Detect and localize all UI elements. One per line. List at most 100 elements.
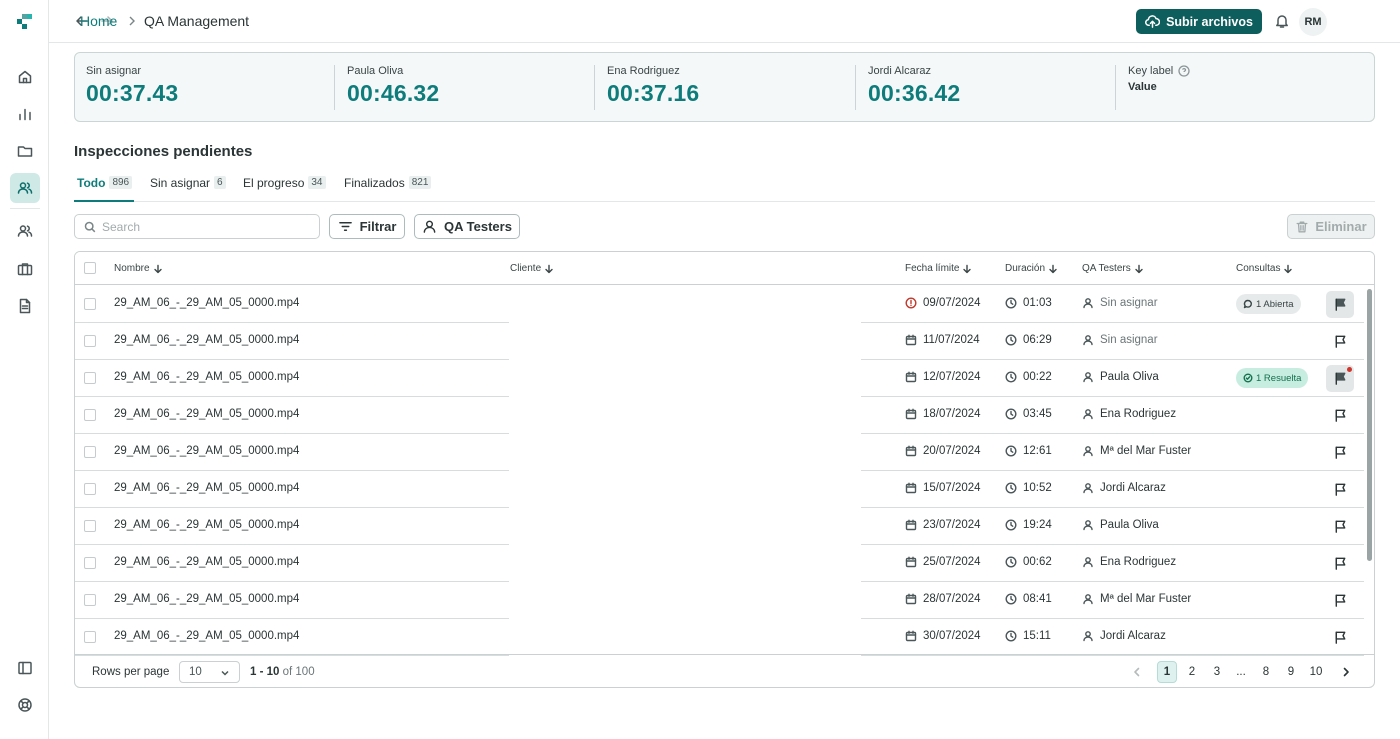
nav-home-icon[interactable]	[10, 62, 40, 92]
table-row[interactable]: 29_AM_06_-_29_AM_05_0000.mp4 15/07/2024 10…	[75, 471, 1364, 508]
table-row[interactable]: 29_AM_06_-_29_AM_05_0000.mp4 30/07/2024 15…	[75, 619, 1364, 656]
table-row[interactable]: 29_AM_06_-_29_AM_05_0000.mp4 12/07/2024 00…	[75, 360, 1364, 397]
search-icon	[84, 221, 96, 232]
next-page-chevron-icon[interactable]	[1336, 661, 1356, 683]
breadcrumb-home[interactable]: Home	[80, 13, 117, 29]
row-checkbox[interactable]	[84, 298, 96, 310]
sidebar-divider	[10, 208, 40, 209]
page-button-9[interactable]: 9	[1281, 661, 1301, 683]
tab-todo[interactable]: Todo 896	[74, 176, 135, 202]
delete-button[interactable]: Eliminar	[1287, 214, 1375, 239]
tester-cell[interactable]: Ena Rodriguez	[1082, 408, 1176, 420]
user-avatar[interactable]: RM	[1299, 8, 1327, 36]
help-circle-icon[interactable]	[1178, 65, 1190, 77]
row-checkbox[interactable]	[84, 409, 96, 421]
upload-files-button[interactable]: Subir archivos	[1136, 9, 1262, 34]
flag-button[interactable]	[1326, 513, 1354, 540]
page-button-10[interactable]: 10	[1306, 661, 1326, 683]
row-checkbox[interactable]	[84, 631, 96, 643]
nav-document-icon[interactable]	[10, 291, 40, 321]
file-name[interactable]: 29_AM_06_-_29_AM_05_0000.mp4	[114, 519, 299, 531]
tab-el-progreso[interactable]: El progreso 34	[243, 176, 326, 202]
nav-team-icon[interactable]	[10, 216, 40, 246]
file-name[interactable]: 29_AM_06_-_29_AM_05_0000.mp4	[114, 445, 299, 457]
tester-cell[interactable]: Paula Oliva	[1082, 371, 1159, 383]
flag-button[interactable]	[1326, 365, 1354, 392]
nav-qa-users-icon[interactable]	[10, 173, 40, 203]
tester-cell[interactable]: Paula Oliva	[1082, 519, 1159, 531]
nav-briefcase-icon[interactable]	[10, 254, 40, 284]
flag-button[interactable]	[1326, 402, 1354, 429]
app-logo-icon[interactable]	[17, 14, 33, 30]
query-badge-resolved[interactable]: 1 Resuelta	[1236, 368, 1309, 388]
page-button-2[interactable]: 2	[1182, 661, 1202, 683]
select-all-checkbox[interactable]	[84, 262, 96, 274]
tester-cell[interactable]: Jordi Alcaraz	[1082, 482, 1166, 494]
file-name[interactable]: 29_AM_06_-_29_AM_05_0000.mp4	[114, 630, 299, 642]
file-name[interactable]: 29_AM_06_-_29_AM_05_0000.mp4	[114, 371, 299, 383]
prev-page-chevron-icon[interactable]	[1127, 661, 1147, 683]
stat-label: Ena Rodriguez	[607, 65, 680, 77]
help-lifebuoy-icon[interactable]	[10, 690, 40, 720]
column-header-queries[interactable]: Consultas	[1236, 263, 1293, 274]
notifications-bell-icon[interactable]	[1274, 13, 1290, 29]
row-checkbox[interactable]	[84, 446, 96, 458]
file-name[interactable]: 29_AM_06_-_29_AM_05_0000.mp4	[114, 334, 299, 346]
stat-key-label: Key label Value	[1128, 65, 1190, 111]
table-row[interactable]: 29_AM_06_-_29_AM_05_0000.mp4 20/07/2024 12…	[75, 434, 1364, 471]
file-name[interactable]: 29_AM_06_-_29_AM_05_0000.mp4	[114, 482, 299, 494]
tab-finalizados[interactable]: Finalizados 821	[344, 176, 432, 202]
table-row[interactable]: 29_AM_06_-_29_AM_05_0000.mp4 23/07/2024 19…	[75, 508, 1364, 545]
table-row[interactable]: 29_AM_06_-_29_AM_05_0000.mp4 09/07/2024 01…	[75, 286, 1364, 323]
column-header-deadline[interactable]: Fecha límite	[905, 263, 972, 274]
tester-cell[interactable]: Sin asignar	[1082, 297, 1158, 309]
row-checkbox[interactable]	[84, 372, 96, 384]
flag-button[interactable]	[1326, 328, 1354, 355]
flag-button[interactable]	[1326, 550, 1354, 577]
tester-cell[interactable]: Mª del Mar Fuster	[1082, 445, 1191, 457]
tester-cell[interactable]: Sin asignar	[1082, 334, 1158, 346]
file-name[interactable]: 29_AM_06_-_29_AM_05_0000.mp4	[114, 556, 299, 568]
table-row[interactable]: 29_AM_06_-_29_AM_05_0000.mp4 11/07/2024 06…	[75, 323, 1364, 360]
nav-analytics-icon[interactable]	[10, 99, 40, 129]
file-name[interactable]: 29_AM_06_-_29_AM_05_0000.mp4	[114, 297, 299, 309]
column-header-testers[interactable]: QA Testers	[1082, 263, 1144, 274]
tester-cell[interactable]: Ena Rodriguez	[1082, 556, 1176, 568]
flag-button[interactable]	[1326, 587, 1354, 614]
tab-sin-asignar[interactable]: Sin asignar 6	[150, 176, 226, 202]
file-name[interactable]: 29_AM_06_-_29_AM_05_0000.mp4	[114, 593, 299, 605]
row-checkbox[interactable]	[84, 483, 96, 495]
row-checkbox[interactable]	[84, 335, 96, 347]
breadcrumb-current: QA Management	[144, 13, 250, 29]
table-row[interactable]: 29_AM_06_-_29_AM_05_0000.mp4 18/07/2024 03…	[75, 397, 1364, 434]
table-scrollbar[interactable]	[1366, 286, 1372, 654]
tester-cell[interactable]: Mª del Mar Fuster	[1082, 593, 1191, 605]
search-box[interactable]	[74, 214, 320, 239]
nav-folder-icon[interactable]	[10, 136, 40, 166]
column-header-duration[interactable]: Duración	[1005, 263, 1058, 274]
file-name[interactable]: 29_AM_06_-_29_AM_05_0000.mp4	[114, 408, 299, 420]
tester-cell[interactable]: Jordi Alcaraz	[1082, 630, 1166, 642]
row-checkbox[interactable]	[84, 557, 96, 569]
table-row[interactable]: 29_AM_06_-_29_AM_05_0000.mp4 28/07/2024 08…	[75, 582, 1364, 619]
page-button-3[interactable]: 3	[1207, 661, 1227, 683]
flag-button[interactable]	[1326, 291, 1354, 318]
row-checkbox[interactable]	[84, 594, 96, 606]
duration-cell: 12:61	[1005, 445, 1052, 457]
flag-button[interactable]	[1326, 476, 1354, 503]
rows-per-page-select[interactable]: 10	[179, 661, 240, 683]
flag-button[interactable]	[1326, 624, 1354, 651]
filter-button[interactable]: Filtrar	[329, 214, 405, 239]
column-header-name[interactable]: Nombre	[114, 263, 163, 274]
query-badge-open[interactable]: 1 Abierta	[1236, 294, 1301, 314]
page-button-8[interactable]: 8	[1256, 661, 1276, 683]
panel-toggle-icon[interactable]	[10, 653, 40, 683]
qa-testers-button[interactable]: QA Testers	[414, 214, 520, 239]
scrollbar-thumb[interactable]	[1367, 289, 1372, 561]
column-header-client[interactable]: Cliente	[510, 263, 554, 274]
flag-button[interactable]	[1326, 439, 1354, 466]
search-input[interactable]	[102, 219, 302, 234]
table-row[interactable]: 29_AM_06_-_29_AM_05_0000.mp4 25/07/2024 00…	[75, 545, 1364, 582]
row-checkbox[interactable]	[84, 520, 96, 532]
page-button-1[interactable]: 1	[1157, 661, 1177, 683]
